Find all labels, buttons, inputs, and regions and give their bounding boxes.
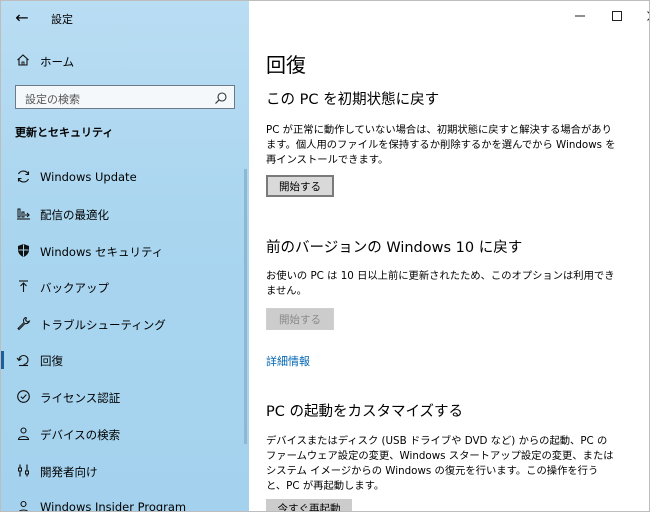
- main-panel: 回復 この PC を初期状態に戻す PC が正常に動作していない場合は、初期状態…: [249, 1, 649, 511]
- sidebar-item-label: Windows Update: [40, 170, 137, 184]
- minimize-icon[interactable]: [571, 9, 589, 27]
- upload-arrow-icon: [15, 279, 31, 295]
- app-title: 設定: [51, 13, 73, 26]
- sidebar-item-windows-insider[interactable]: Windows Insider Program: [1, 492, 245, 512]
- sidebar-item-label: 回復: [40, 354, 63, 368]
- advanced-startup-heading: PC の起動をカスタマイズする: [266, 404, 464, 420]
- sidebar-item-label: 配信の最適化: [40, 208, 109, 222]
- back-arrow-icon[interactable]: ←: [11, 9, 33, 27]
- sidebar-item-label: バックアップ: [40, 281, 109, 295]
- developer-icon: [15, 463, 31, 479]
- person-location-icon: [15, 426, 31, 442]
- rollback-start-button[interactable]: 開始する: [266, 308, 334, 330]
- insider-icon: [15, 499, 31, 511]
- sidebar-item-label: Windows Insider Program: [40, 500, 187, 512]
- sidebar-item-windows-security[interactable]: Windows セキュリティ: [1, 236, 245, 266]
- sidebar-item-label: 開発者向け: [40, 465, 98, 479]
- search-icon[interactable]: [214, 90, 228, 104]
- search-placeholder: 設定の検索: [25, 93, 80, 106]
- shield-icon: [15, 243, 31, 259]
- title-bar: ← 設定: [1, 1, 249, 35]
- sidebar-item-label: Windows セキュリティ: [40, 245, 164, 259]
- section-title: 更新とセキュリティ: [15, 126, 114, 139]
- recovery-icon: [15, 352, 31, 368]
- sync-icon: [15, 169, 31, 185]
- sidebar-item-windows-update[interactable]: Windows Update: [1, 162, 245, 192]
- home-item[interactable]: ホーム: [1, 49, 249, 73]
- advanced-startup-description: デバイスまたはディスク (USB ドライブや DVD など) からの起動、PC …: [266, 435, 614, 492]
- search-input[interactable]: 設定の検索: [15, 85, 235, 109]
- sidebar-item-recovery[interactable]: 回復: [1, 345, 245, 375]
- wrench-icon: [15, 316, 31, 332]
- close-icon[interactable]: [643, 9, 649, 27]
- sidebar-item-find-my-device[interactable]: デバイスの検索: [1, 419, 245, 449]
- rollback-heading: 前のバージョンの Windows 10 に戻す: [266, 240, 523, 256]
- sidebar-item-developers[interactable]: 開発者向け: [1, 456, 245, 486]
- sidebar-item-label: ライセンス認証: [40, 391, 121, 405]
- sidebar-scrollbar[interactable]: [244, 169, 247, 444]
- reset-start-button[interactable]: 開始する: [266, 175, 334, 197]
- sidebar-item-activation[interactable]: ライセンス認証: [1, 382, 245, 412]
- sidebar-item-label: トラブルシューティング: [40, 318, 166, 332]
- rollback-description: お使いの PC は 10 日以上前に更新されたため、このオプションは利用できませ…: [266, 270, 615, 297]
- reset-heading: この PC を初期状態に戻す: [266, 92, 440, 108]
- restart-now-button[interactable]: 今すぐ再起動: [266, 499, 352, 511]
- learn-more-link[interactable]: 詳細情報: [266, 353, 310, 369]
- home-icon: [15, 53, 31, 69]
- sidebar: ← 設定 ホーム 設定の検索 更新とセキュリティ Windows Update: [1, 1, 249, 511]
- sidebar-item-delivery-optimization[interactable]: 配信の最適化: [1, 199, 245, 229]
- check-circle-icon: [15, 389, 31, 405]
- page-title: 回復: [266, 53, 306, 77]
- sidebar-item-label: デバイスの検索: [40, 428, 121, 442]
- maximize-icon[interactable]: [608, 9, 626, 27]
- home-label: ホーム: [40, 55, 75, 69]
- sidebar-item-backup[interactable]: バックアップ: [1, 272, 245, 302]
- settings-window: ← 設定 ホーム 設定の検索 更新とセキュリティ Windows Update: [0, 0, 650, 512]
- sidebar-item-troubleshoot[interactable]: トラブルシューティング: [1, 309, 245, 339]
- reset-description: PC が正常に動作していない場合は、初期状態に戻すと解決する場合があります。個人…: [266, 124, 616, 166]
- delivery-optimization-icon: [15, 206, 31, 222]
